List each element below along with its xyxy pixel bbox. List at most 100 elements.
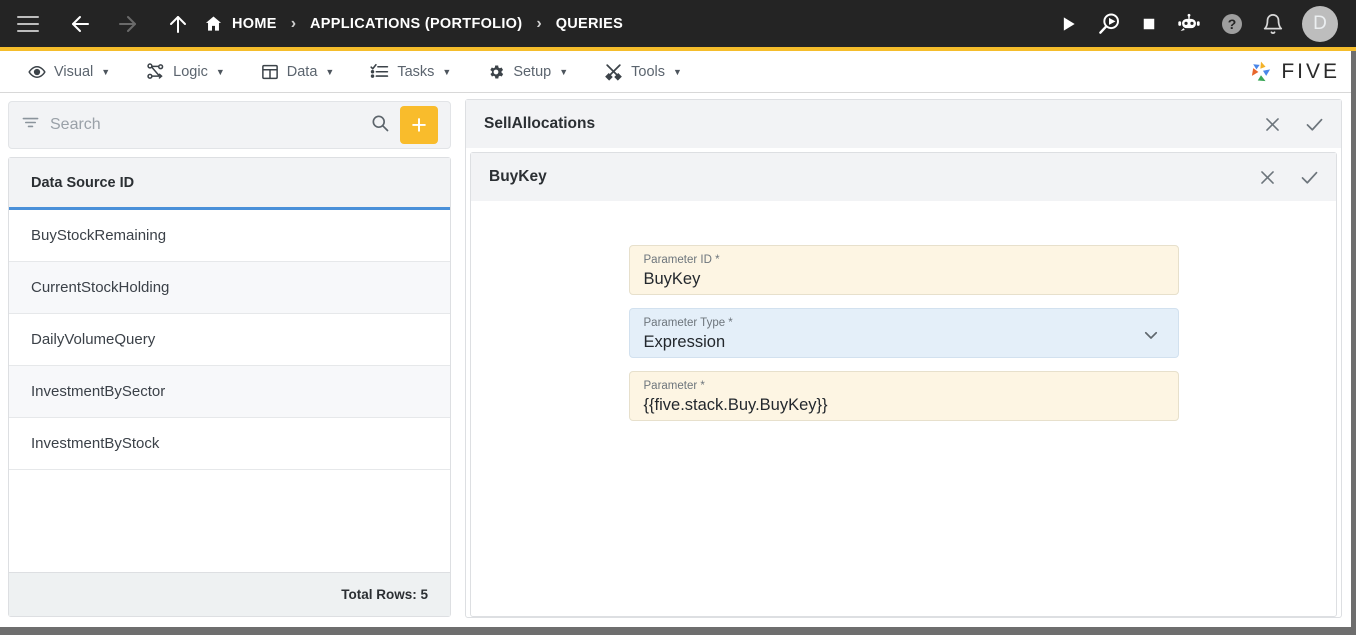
close-icon[interactable] [1263,115,1282,134]
row-label: DailyVolumeQuery [31,331,156,348]
menu-tools[interactable]: Tools ▼ [592,56,694,87]
up-button[interactable] [152,0,204,47]
eye-icon [28,63,46,81]
workspace: + Data Source ID BuyStockRemaining Curre… [0,93,1356,627]
chatbot-button[interactable] [1176,11,1202,37]
parameter-label: Parameter * [643,380,705,392]
parameter-form: Parameter ID * BuyKey Parameter Type * E… [471,201,1336,421]
parameter-id-field[interactable]: Parameter ID * BuyKey [628,245,1179,295]
table-row[interactable]: BuyStockRemaining [9,210,450,262]
menu-logic-label: Logic [173,63,208,80]
parameter-type-value: Expression [643,333,726,351]
menu-logic[interactable]: Logic ▼ [134,56,237,87]
debug-button[interactable] [1096,11,1122,37]
buykey-card: BuyKey Parameter ID * BuyKey Parameter T… [470,152,1337,617]
breadcrumb-label-home: HOME [232,15,277,32]
forward-button[interactable] [104,0,152,47]
hamburger-menu-button[interactable] [0,0,56,47]
row-label: InvestmentBySector [31,383,166,400]
menu-tools-label: Tools [631,63,665,80]
run-icon [1063,16,1075,31]
help-button[interactable]: ? [1220,12,1244,36]
debug-icon [1099,12,1119,34]
notifications-bell-icon [1263,13,1283,34]
chevron-down-icon: ▼ [442,66,452,77]
chevron-down-icon: ▼ [325,66,335,77]
total-rows-label: Total Rows: 5 [9,572,450,616]
stop-icon [1143,18,1155,29]
flow-nodes-icon [146,62,165,81]
chevron-down-icon[interactable] [1142,326,1160,349]
breadcrumb-label-applications: APPLICATIONS (PORTFOLIO) [310,15,523,32]
parameter-value: {{five.stack.Buy.BuyKey}} [643,396,828,414]
breadcrumb-separator: › [290,14,297,32]
data-source-grid: Data Source ID BuyStockRemaining Current… [8,157,451,617]
home-icon [205,16,222,31]
queries-list-panel: + Data Source ID BuyStockRemaining Curre… [0,93,459,627]
back-button[interactable] [56,0,104,47]
brand-logo: FIVE [1248,59,1356,85]
svg-text:?: ? [1228,16,1237,32]
grid-rows: BuyStockRemaining CurrentStockHolding Da… [9,210,450,572]
avatar[interactable]: D [1302,5,1338,42]
checklist-icon [370,62,389,81]
add-record-button[interactable]: + [400,106,438,144]
table-grid-icon [261,63,279,81]
hamburger-icon [17,15,39,32]
menu-data[interactable]: Data ▼ [249,57,347,87]
table-row[interactable]: InvestmentBySector [9,366,450,418]
arrow-up-icon [170,15,186,33]
grid-column-header[interactable]: Data Source ID [9,158,450,210]
parameter-type-label: Parameter Type * [643,317,733,329]
menu-tasks[interactable]: Tasks ▼ [358,56,463,87]
parameter-id-label: Parameter ID * [643,254,720,266]
close-icon[interactable] [1258,168,1277,187]
breadcrumb-item-applications[interactable]: APPLICATIONS (PORTFOLIO) [310,16,522,32]
window-edge-right [1351,51,1356,635]
filter-icon[interactable] [21,113,40,137]
page-title: SellAllocations [484,115,596,132]
parameter-value-field[interactable]: Parameter * {{five.stack.Buy.BuyKey}} [628,371,1179,421]
check-icon[interactable] [1299,167,1320,188]
stop-button[interactable] [1140,15,1158,33]
table-row[interactable]: CurrentStockHolding [9,262,450,314]
top-navigation-bar: HOME › APPLICATIONS (PORTFOLIO) › QUERIE… [0,0,1356,47]
chevron-down-icon: ▼ [101,66,111,77]
table-row[interactable]: InvestmentByStock [9,418,450,470]
brand-name: FIVE [1281,59,1340,83]
breadcrumb-label-queries: QUERIES [555,15,624,32]
buykey-title: BuyKey [489,168,547,185]
breadcrumb-item-home[interactable]: HOME [204,14,277,33]
parameter-type-select[interactable]: Parameter Type * Expression [628,308,1179,358]
table-row[interactable]: DailyVolumeQuery [9,314,450,366]
detail-panel: SellAllocations BuyKey Parameter ID * Bu… [459,93,1356,627]
search-bar: + [8,101,451,149]
chatbot-icon [1178,13,1200,31]
sell-allocations-actions [1263,114,1325,135]
row-label: CurrentStockHolding [31,279,170,296]
search-icon[interactable] [370,113,390,138]
notifications-button[interactable] [1262,13,1284,35]
window-edge-bottom [0,627,1356,635]
check-icon[interactable] [1304,114,1325,135]
menu-setup[interactable]: Setup ▼ [475,57,580,87]
gear-icon [487,63,505,81]
menu-visual[interactable]: Visual ▼ [16,57,122,87]
application-menu-bar: Visual ▼ Logic ▼ Data ▼ Tasks ▼ Setup ▼ [0,51,1356,93]
breadcrumb-item-queries[interactable]: QUERIES [556,16,623,32]
sell-allocations-header: SellAllocations [466,100,1341,148]
chevron-down-icon: ▼ [215,66,225,77]
parameter-id-value: BuyKey [643,270,701,288]
chevron-down-icon: ▼ [673,66,682,77]
arrow-right-icon [119,15,136,32]
five-logo-icon [1252,61,1271,81]
run-button[interactable] [1058,14,1078,34]
menu-setup-label: Setup [513,63,552,80]
buykey-actions [1258,167,1320,188]
menu-visual-label: Visual [54,63,94,80]
top-bar-actions: ? D [1058,5,1356,42]
hammer-wrench-icon [604,62,623,81]
search-input[interactable] [50,116,360,134]
breadcrumb-separator: › [536,14,542,32]
breadcrumb: HOME › APPLICATIONS (PORTFOLIO) › QUERIE… [204,14,623,33]
